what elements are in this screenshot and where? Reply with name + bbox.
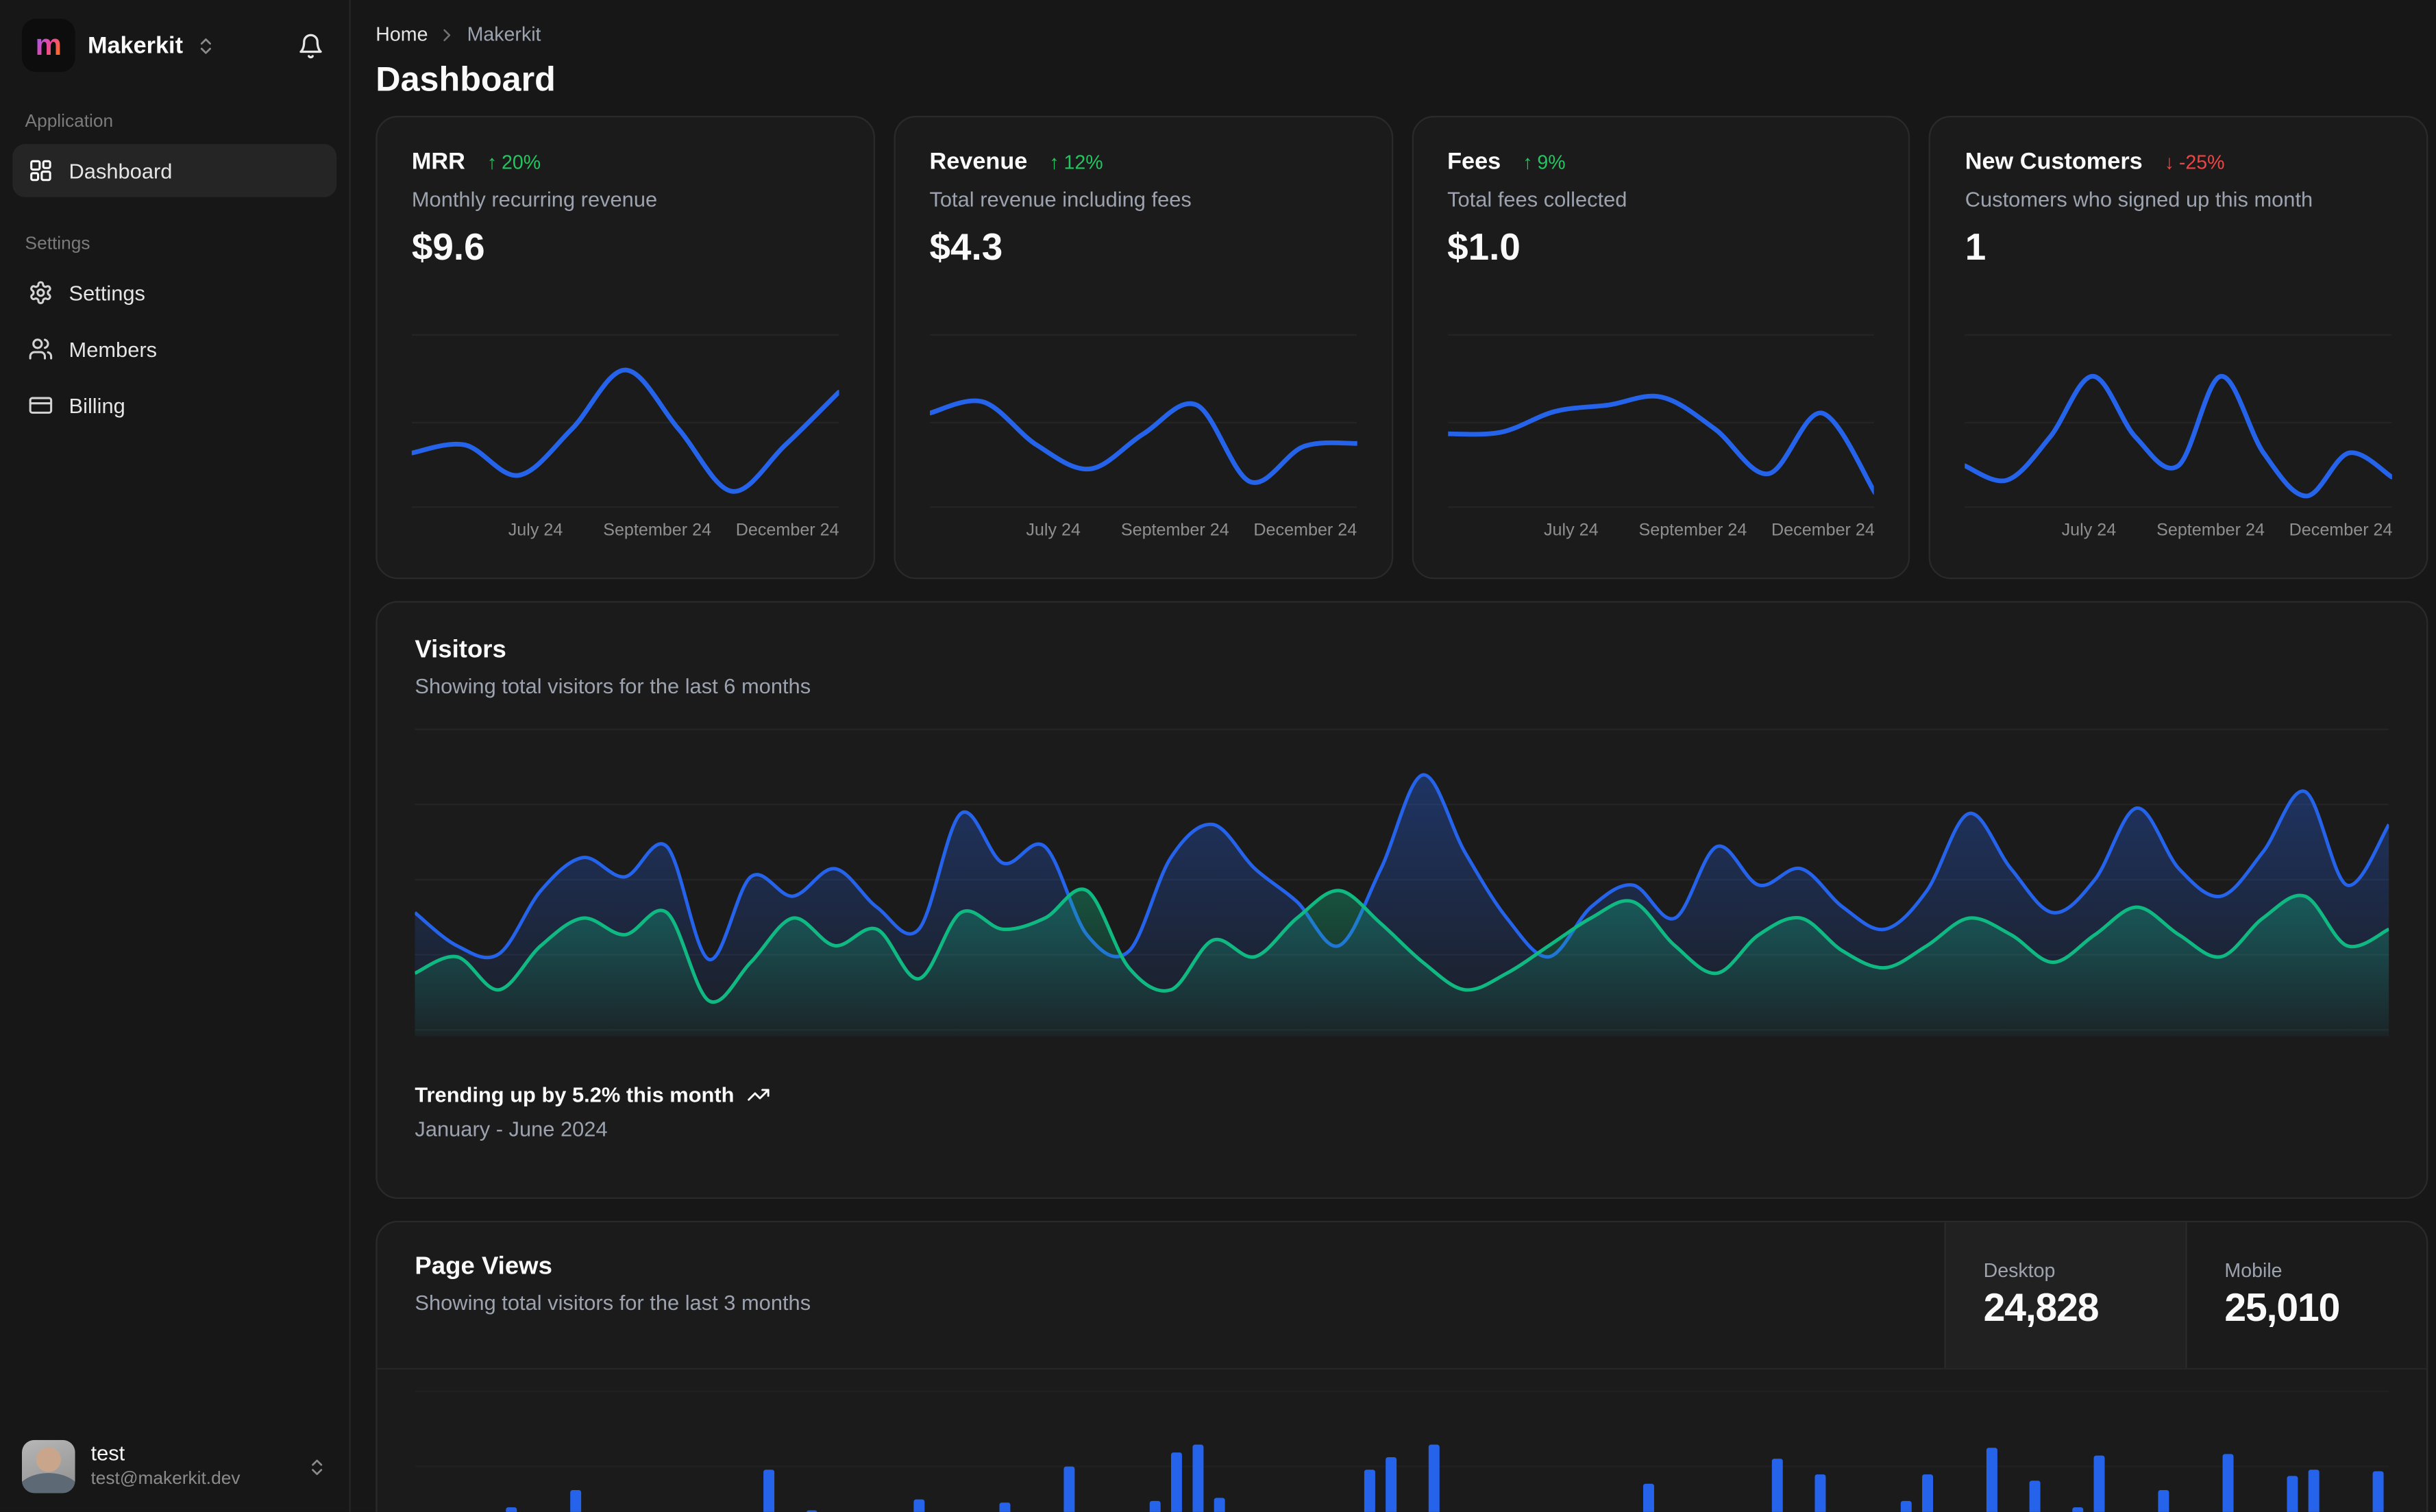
stat-subtitle: Total revenue including fees (929, 188, 1192, 212)
stat-subtitle: Customers who signed up this month (1965, 188, 2313, 212)
page-views-title: Page Views (415, 1253, 552, 1280)
sidebar-item-settings[interactable]: Settings (12, 266, 336, 319)
app-root: m Makerkit Application Dashboard Setting… (0, 0, 2436, 1512)
mobile-value: 25,010 (2224, 1285, 2340, 1330)
nav-section-label: Application (25, 112, 114, 132)
sidebar-item-dashboard[interactable]: Dashboard (12, 144, 337, 197)
arrow-up-icon: ↑ (1523, 151, 1533, 173)
nav-section-label: Settings (25, 234, 90, 254)
sparkline-chart: July 24 September 24 December 24 (1447, 290, 1875, 547)
avatar (21, 1439, 75, 1494)
visitors-subtitle: Showing total visitors for the last 6 mo… (415, 674, 811, 698)
stat-title: MRR (411, 149, 465, 175)
page-views-toggle-desktop[interactable]: Desktop 24,828 (1944, 1222, 2186, 1368)
sidebar-nav: Application Dashboard Settings Settings … (0, 112, 349, 432)
visitors-area-chart (415, 723, 2389, 1037)
visitors-title: Visitors (415, 636, 506, 664)
users-icon (28, 336, 53, 362)
arrow-up-icon: ↑ (1049, 151, 1059, 173)
stat-delta-badge: ↓ -25% (2164, 151, 2225, 173)
page-title: Dashboard (376, 59, 556, 99)
stat-card-mrr: MRR ↑ 20% Monthly recurring revenue $9.6 … (376, 116, 875, 580)
sparkline-chart: July 24 September 24 December 24 (1965, 290, 2393, 547)
stat-card-new-customers: New Customers ↓ -25% Customers who signed… (1929, 116, 2428, 580)
stat-title: Fees (1447, 149, 1501, 175)
stat-value: $1.0 (1447, 227, 1521, 269)
stat-title: Revenue (929, 149, 1028, 175)
stat-card-revenue: Revenue ↑ 12% Total revenue including fee… (893, 116, 1393, 580)
user-name: test (90, 1441, 125, 1466)
sparkline-chart: July 24 September 24 December 24 (411, 290, 839, 547)
user-email: test@makerkit.dev (90, 1470, 241, 1489)
stat-card-fees: Fees ↑ 9% Total fees collected $1.0 July … (1411, 116, 1910, 580)
stat-value: $9.6 (411, 227, 485, 269)
breadcrumb-home-link[interactable]: Home (376, 23, 428, 45)
stat-value: 1 (1965, 227, 1986, 269)
arrow-up-icon: ↑ (487, 151, 497, 173)
chevrons-up-down-icon (307, 1457, 328, 1477)
sidebar: m Makerkit Application Dashboard Setting… (0, 0, 351, 1512)
sidebar-item-label: Members (69, 337, 158, 361)
sidebar-item-label: Dashboard (69, 158, 173, 183)
workspace-name: Makerkit (87, 32, 184, 59)
dashboard-icon (28, 158, 53, 184)
sparkline-chart: July 24 September 24 December 24 (929, 290, 1357, 547)
chevron-right-icon (437, 24, 458, 45)
sparkline-x-labels: July 24 September 24 December 24 (508, 521, 839, 541)
desktop-value: 24,828 (1983, 1285, 2100, 1330)
stat-delta-badge: ↑ 12% (1049, 151, 1103, 173)
stat-title: New Customers (1965, 149, 2143, 175)
visitors-trend-text: Trending up by 5.2% this month (415, 1082, 735, 1107)
logo-letter: m (35, 29, 62, 62)
makerkit-logo: m (21, 18, 75, 73)
sparkline-x-labels: July 24 September 24 December 24 (1543, 521, 1875, 541)
visitors-card: Visitors Showing total visitors for the … (376, 601, 2428, 1200)
bell-icon (297, 32, 324, 59)
page-views-subtitle: Showing total visitors for the last 3 mo… (415, 1291, 811, 1315)
stat-subtitle: Total fees collected (1447, 188, 1627, 212)
mobile-label: Mobile (2224, 1259, 2283, 1281)
notifications-button[interactable] (291, 26, 330, 65)
breadcrumb-current: Makerkit (467, 23, 541, 46)
visitors-period: January - June 2024 (415, 1117, 608, 1141)
workspace-selector[interactable]: m Makerkit (21, 18, 216, 73)
chevrons-up-down-icon (195, 35, 216, 55)
page-views-card: Page Views Showing total visitors for th… (376, 1220, 2428, 1512)
desktop-label: Desktop (1983, 1259, 2056, 1281)
sidebar-item-members[interactable]: Members (12, 323, 336, 376)
stat-cards-row: MRR ↑ 20% Monthly recurring revenue $9.6 … (376, 116, 2428, 580)
main-content: Home Makerkit Dashboard MRR ↑ 20% Monthly… (351, 0, 2436, 1512)
stat-delta-badge: ↑ 20% (487, 151, 541, 173)
stat-subtitle: Monthly recurring revenue (411, 188, 658, 212)
trending-up-icon (747, 1083, 770, 1106)
sidebar-item-billing[interactable]: Billing (12, 379, 336, 432)
arrow-down-icon: ↓ (2164, 151, 2175, 173)
stat-delta-badge: ↑ 9% (1523, 151, 1566, 173)
page-views-toggle-mobile[interactable]: Mobile 25,010 (2185, 1222, 2426, 1368)
gear-icon (28, 280, 53, 306)
sparkline-x-labels: July 24 September 24 December 24 (1026, 521, 1357, 541)
breadcrumb: Home Makerkit (376, 22, 2428, 47)
sidebar-item-label: Billing (69, 393, 125, 417)
page-views-bar-chart (378, 1371, 2427, 1512)
credit-card-icon (28, 393, 53, 418)
stat-value: $4.3 (929, 227, 1003, 269)
sparkline-x-labels: July 24 September 24 December 24 (2061, 521, 2393, 541)
user-menu[interactable]: test test@makerkit.dev (0, 1421, 349, 1512)
sidebar-item-label: Settings (69, 281, 145, 305)
